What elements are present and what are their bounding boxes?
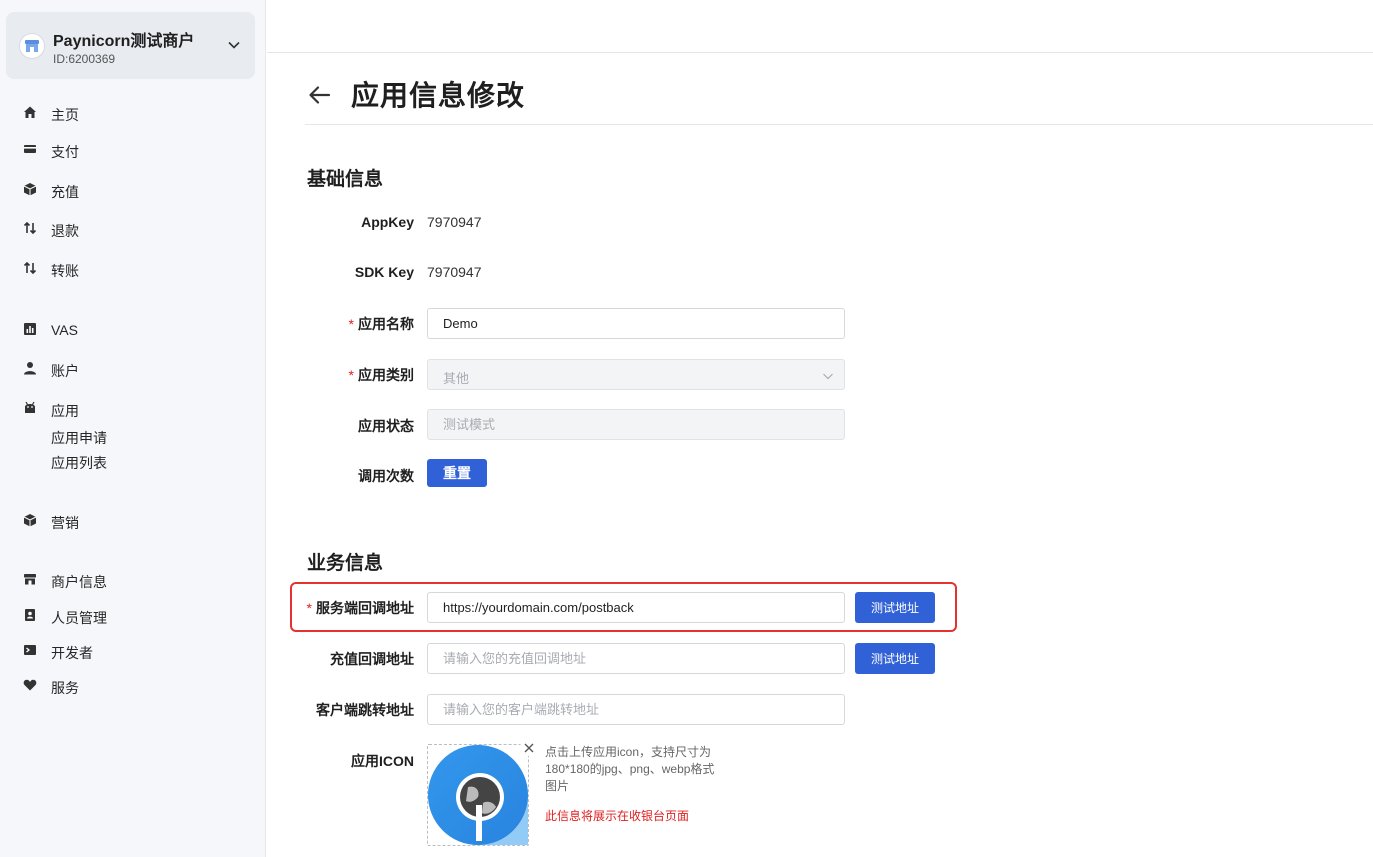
reset-button[interactable]: 重置 <box>427 459 487 487</box>
upload-note: 此信息将展示在收银台页面 <box>545 809 690 823</box>
app-name-input[interactable] <box>427 308 845 339</box>
sidebar-item-label: 商户信息 <box>51 574 107 590</box>
page-title: 应用信息修改 <box>351 80 526 111</box>
client-redirect-input[interactable] <box>427 694 845 725</box>
sidebar-item-label: 退款 <box>51 223 79 239</box>
sidebar-item-label: 转账 <box>51 263 79 279</box>
sidebar: Paynicorn测试商户 ID:6200369 主页 支付 充值 退款 转账 … <box>0 0 266 857</box>
back-arrow-icon[interactable] <box>307 82 333 108</box>
terminal-icon <box>23 643 37 657</box>
sidebar-item-label: 支付 <box>51 144 79 160</box>
test-recharge-callback-button[interactable]: 测试地址 <box>855 643 935 674</box>
sidebar-item-recharge[interactable]: 充值 <box>0 177 266 203</box>
upload-hint: 点击上传应用icon，支持尺寸为180*180的jpg、png、webp格式图片 <box>545 745 715 793</box>
chevron-down-icon[interactable] <box>227 38 241 57</box>
sidebar-item-service[interactable]: 服务 <box>0 673 266 699</box>
recharge-callback-label: 充值回调地址 <box>330 651 414 667</box>
required-mark: * <box>348 316 354 332</box>
server-callback-label: * 服务端回调地址 <box>306 600 414 616</box>
sidebar-item-developer[interactable]: 开发者 <box>0 638 266 664</box>
section-title-basic: 基础信息 <box>307 169 384 190</box>
server-callback-input[interactable] <box>427 592 845 623</box>
swap-icon <box>23 261 37 275</box>
appkey-label: AppKey <box>361 214 414 230</box>
merchant-id: ID:6200369 <box>53 52 116 66</box>
app-icon-label: 应用ICON <box>351 753 414 769</box>
chart-icon <box>23 322 37 336</box>
sidebar-item-label: 服务 <box>51 680 79 696</box>
chevron-down-icon <box>822 369 834 387</box>
app-status-label: 应用状态 <box>358 418 414 434</box>
sdkkey-label: SDK Key <box>354 264 414 280</box>
wallet-icon <box>23 142 37 156</box>
sidebar-item-merchant-info[interactable]: 商户信息 <box>0 567 266 593</box>
home-icon <box>23 105 37 119</box>
icon-upload[interactable] <box>427 744 529 846</box>
section-title-business: 业务信息 <box>307 553 384 574</box>
recharge-callback-input[interactable] <box>427 643 845 674</box>
sidebar-item-label: 充值 <box>51 184 79 200</box>
sidebar-item-payment[interactable]: 支付 <box>0 137 266 163</box>
app-category-select[interactable]: 其他 <box>427 359 845 390</box>
sidebar-subitem-app-apply[interactable]: 应用申请 <box>51 428 107 448</box>
top-bar <box>267 0 1373 53</box>
required-mark: * <box>348 367 354 383</box>
sidebar-item-label: 主页 <box>51 107 79 123</box>
store-icon <box>19 33 45 59</box>
box-icon <box>23 182 37 196</box>
sidebar-subitem-app-list[interactable]: 应用列表 <box>51 453 107 473</box>
contacts-icon <box>23 608 37 622</box>
android-icon <box>23 401 37 415</box>
sidebar-item-label: 开发者 <box>51 645 93 661</box>
sidebar-item-label: VAS <box>51 322 78 338</box>
appkey-value: 7970947 <box>427 214 482 230</box>
app-category-label: * 应用类别 <box>348 367 414 383</box>
sdkkey-value: 7970947 <box>427 264 482 280</box>
user-icon <box>23 361 37 375</box>
app-status-input <box>427 409 845 440</box>
sidebar-item-account[interactable]: 账户 <box>0 356 266 382</box>
app-name-label: * 应用名称 <box>348 316 414 332</box>
merchant-switcher[interactable]: Paynicorn测试商户 ID:6200369 <box>6 12 255 79</box>
box-icon <box>23 513 37 527</box>
required-mark: * <box>306 600 312 616</box>
divider <box>305 124 1373 125</box>
sidebar-item-vas[interactable]: VAS <box>0 317 266 343</box>
app-category-value: 其他 <box>443 371 470 386</box>
swap-icon <box>23 221 37 235</box>
sidebar-item-label: 应用 <box>51 403 79 419</box>
sidebar-item-refund[interactable]: 退款 <box>0 216 266 242</box>
sidebar-item-transfer[interactable]: 转账 <box>0 256 266 282</box>
sidebar-item-staff[interactable]: 人员管理 <box>0 603 266 629</box>
sidebar-item-apps[interactable]: 应用 <box>0 396 266 422</box>
sidebar-item-label: 人员管理 <box>51 610 107 626</box>
merchant-name: Paynicorn测试商户 <box>53 33 195 50</box>
call-count-label: 调用次数 <box>358 468 414 484</box>
store-icon <box>23 572 37 586</box>
sidebar-item-label: 营销 <box>51 515 79 531</box>
heart-icon <box>23 678 37 692</box>
remove-icon-close-icon[interactable] <box>520 739 537 756</box>
sidebar-item-label: 账户 <box>51 363 79 379</box>
sidebar-item-marketing[interactable]: 营销 <box>0 508 266 534</box>
client-redirect-label: 客户端跳转地址 <box>316 702 414 718</box>
app-icon-image <box>428 745 528 845</box>
sidebar-item-home[interactable]: 主页 <box>0 100 266 126</box>
test-server-callback-button[interactable]: 测试地址 <box>855 592 935 623</box>
